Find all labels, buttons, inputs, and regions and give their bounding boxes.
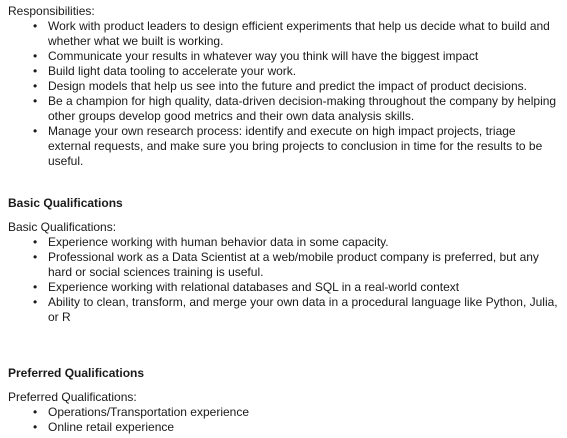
responsibilities-list: Work with product leaders to design effi…: [8, 19, 558, 169]
basic-qualifications-heading: Basic Qualifications: [8, 196, 123, 210]
basic-qualifications-list: Experience working with human behavior d…: [8, 235, 558, 325]
list-item: Professional work as a Data Scientist at…: [33, 250, 558, 280]
preferred-qualifications-intro: Preferred Qualifications:: [8, 390, 137, 404]
basic-qualifications-section: Basic Qualifications: Experience working…: [8, 220, 558, 325]
list-item: Ability to clean, transform, and merge y…: [33, 295, 558, 325]
basic-qualifications-intro: Basic Qualifications:: [8, 220, 117, 234]
list-item: Build light data tooling to accelerate y…: [33, 64, 558, 79]
responsibilities-section: Responsibilities: Work with product lead…: [8, 4, 558, 169]
preferred-qualifications-list: Operations/Transportation experience Onl…: [8, 405, 558, 435]
responsibilities-intro: Responsibilities:: [8, 4, 95, 18]
list-item: Manage your own research process: identi…: [33, 124, 558, 169]
list-item: Be a champion for high quality, data-dri…: [33, 94, 558, 124]
list-item: Experience working with relational datab…: [33, 280, 558, 295]
list-item: Design models that help us see into the …: [33, 79, 558, 94]
list-item: Online retail experience: [33, 420, 558, 435]
list-item: Work with product leaders to design effi…: [33, 19, 558, 49]
list-item: Communicate your results in whatever way…: [33, 49, 558, 64]
preferred-qualifications-section: Preferred Qualifications: Operations/Tra…: [8, 390, 558, 435]
list-item: Experience working with human behavior d…: [33, 235, 558, 250]
preferred-qualifications-heading: Preferred Qualifications: [8, 366, 145, 380]
job-description: Responsibilities: Work with product lead…: [0, 0, 567, 438]
list-item: Operations/Transportation experience: [33, 405, 558, 420]
